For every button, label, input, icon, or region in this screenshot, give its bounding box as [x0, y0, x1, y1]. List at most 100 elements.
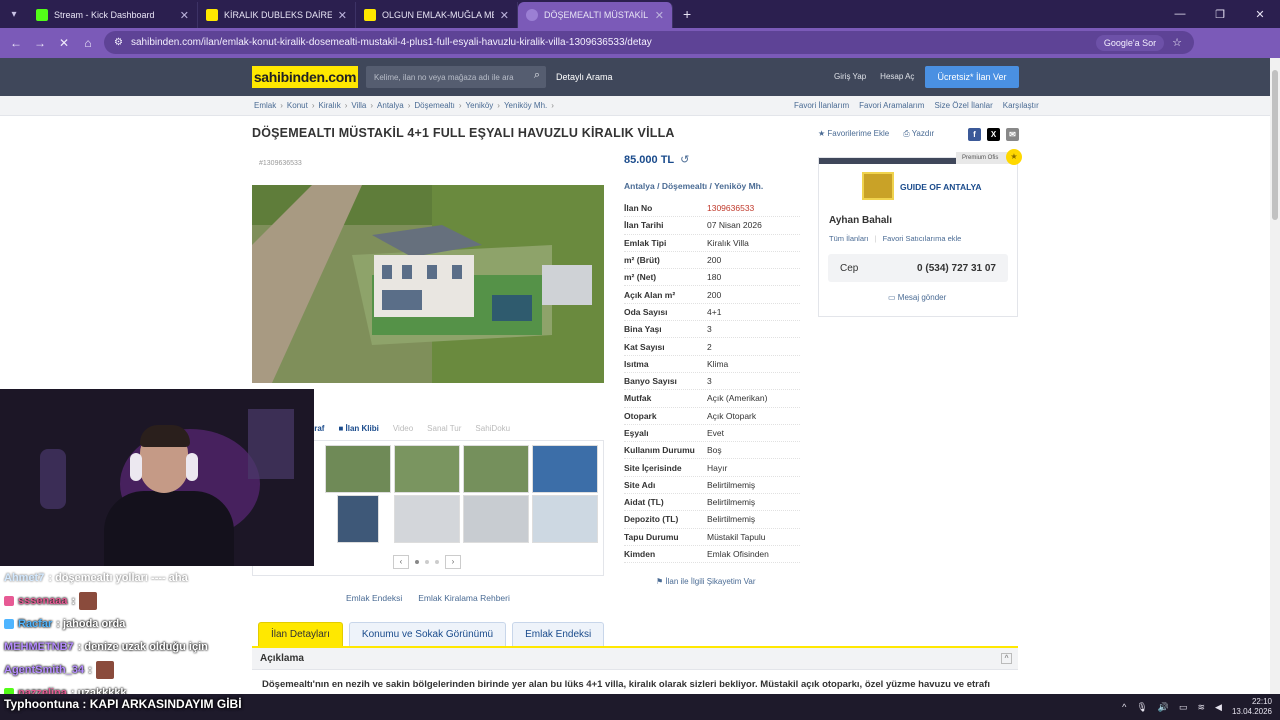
tab-listing-details[interactable]: İlan Detayları — [258, 622, 343, 646]
email-icon[interactable]: ✉ — [1006, 128, 1019, 141]
print-link[interactable]: ⎙ Yazdır — [903, 129, 934, 139]
breadcrumb-item[interactable]: Döşemealtı — [414, 101, 454, 110]
microphone-icon[interactable]: 🎙 — [1136, 702, 1147, 713]
breadcrumb-item[interactable]: Kiralık — [318, 101, 340, 110]
scrollbar-thumb[interactable] — [1272, 70, 1278, 220]
thumbnail[interactable] — [532, 495, 598, 543]
breadcrumb-item[interactable]: Yeniköy — [466, 101, 494, 110]
thumbnail[interactable] — [394, 495, 460, 543]
tray-chevron-icon[interactable]: ^ — [1122, 702, 1126, 712]
tab-kiralik-dubleks[interactable]: KİRALIK DUBLEKS DAİRE - Kiral ✕ — [198, 2, 356, 28]
ad-number-small: #1309636533 — [259, 160, 302, 167]
tab-estate-index[interactable]: Emlak Endeksi — [512, 622, 605, 646]
breadcrumb-item[interactable]: Antalya — [377, 101, 404, 110]
tab-olgun-emlak[interactable]: OLGUN EMLAK-MUĞLA MENTE ✕ — [356, 2, 518, 28]
bookmark-star-icon[interactable]: ☆ — [1172, 36, 1182, 49]
tab-video-clip[interactable]: ■ İlan Klibi — [338, 424, 378, 433]
tab-video[interactable]: Video — [393, 424, 413, 433]
tab-dosemealti-villa[interactable]: DÖŞEMEALTI MÜSTAKİL 4+1 FU ✕ — [518, 2, 673, 28]
rental-guide-link[interactable]: Emlak Kiralama Rehberi — [418, 593, 510, 603]
prev-page-icon[interactable]: ‹ — [393, 555, 409, 569]
tab-location-street-view[interactable]: Konumu ve Sokak Görünümü — [348, 622, 507, 646]
estate-index-link[interactable]: Emlak Endeksi — [346, 593, 402, 603]
favorite-seller-link[interactable]: Favori Satıcılarıma ekle — [883, 234, 962, 243]
compare-link[interactable]: Karşılaştır — [1003, 101, 1039, 110]
restore-icon[interactable]: ❐ — [1200, 8, 1240, 21]
tab-sahidoku[interactable]: SahiDoku — [475, 424, 510, 433]
x-twitter-icon[interactable]: X — [987, 128, 1000, 141]
phone-number[interactable]: 0 (534) 727 31 07 — [917, 263, 996, 274]
thumbnail[interactable] — [463, 445, 529, 493]
special-ads-link[interactable]: Size Özel İlanlar — [934, 101, 992, 110]
detailed-search-link[interactable]: Detaylı Arama — [556, 72, 613, 82]
main-listing-photo[interactable] — [252, 185, 604, 383]
close-icon[interactable]: ✕ — [338, 9, 347, 22]
minimize-icon[interactable]: — — [1160, 8, 1200, 20]
tab-kick-dashboard[interactable]: Stream - Kick Dashboard ✕ — [28, 2, 198, 28]
listing-details-table: İlan No 1309636533 İlan Tarihi 07 Nisan 20… — [624, 200, 800, 564]
collapse-icon[interactable]: ^ — [1001, 653, 1012, 664]
system-clock[interactable]: 22:10 13.04.2026 — [1232, 697, 1272, 717]
breadcrumb-item[interactable]: Emlak — [254, 101, 276, 110]
location-city[interactable]: Antalya — [624, 181, 655, 191]
page-dot[interactable] — [435, 560, 439, 564]
breadcrumb-item[interactable]: Konut — [287, 101, 308, 110]
thumbnail[interactable] — [337, 495, 379, 543]
price-history-icon[interactable]: ↺ — [680, 154, 689, 166]
send-message-link[interactable]: ▭ Mesaj gönder — [888, 293, 946, 302]
search-icon[interactable]: ⌕ — [534, 69, 540, 82]
address-bar[interactable]: ⚙ sahibinden.com/ilan/emlak-konut-kirali… — [104, 31, 1194, 54]
home-icon[interactable]: ⌂ — [76, 36, 100, 50]
close-icon[interactable]: ✕ — [500, 9, 509, 22]
add-favorite-link[interactable]: ★ Favorilerime Ekle — [818, 129, 889, 139]
network-icon[interactable]: ▭ — [1179, 702, 1188, 713]
close-icon[interactable]: ✕ — [655, 9, 664, 22]
thumbnail[interactable] — [532, 445, 598, 493]
system-tray: ^ 🎙 🔊 ▭ ≋ ◀ 22:10 13.04.2026 — [1122, 697, 1272, 717]
facebook-icon[interactable]: f — [968, 128, 981, 141]
page-scrollbar[interactable] — [1270, 58, 1280, 698]
browser-toolbar: ← → ✕ ⌂ ⚙ sahibinden.com/ilan/emlak-konu… — [0, 28, 1280, 76]
chat-username: MEHMETNB7 — [4, 640, 74, 653]
window-close-icon[interactable]: ✕ — [1240, 8, 1280, 21]
register-link[interactable]: Hesap Aç — [880, 72, 914, 81]
breadcrumb-item[interactable]: Villa — [351, 101, 366, 110]
speaker-icon[interactable]: 🔊 — [1158, 702, 1169, 713]
google-ask-button[interactable]: Google'a Sor — [1095, 34, 1165, 51]
breadcrumb-item[interactable]: Yeniköy Mh. — [504, 101, 547, 110]
stop-loading-icon[interactable]: ✕ — [52, 36, 76, 50]
login-link[interactable]: Giriş Yap — [834, 72, 866, 81]
tab-virtual-tour[interactable]: Sanal Tur — [427, 424, 461, 433]
back-icon[interactable]: ← — [4, 36, 28, 50]
detail-value: Hayır — [707, 462, 728, 473]
report-listing-link[interactable]: ⚑ İlan ile İlgili Şikayetim Var — [656, 577, 756, 586]
store-name[interactable]: GUIDE OF ANTALYA — [900, 182, 982, 192]
new-tab-icon[interactable]: + — [683, 6, 691, 22]
site-logo[interactable]: sahibinden.com — [252, 66, 358, 88]
store-logo[interactable] — [862, 172, 894, 200]
detail-value: 1309636533 — [707, 203, 755, 214]
detail-value: 4+1 — [707, 306, 722, 317]
tab-search-icon[interactable]: ▾ — [0, 0, 28, 28]
search-input[interactable]: Kelime, ilan no veya mağaza adı ile ara … — [366, 66, 546, 88]
favorite-searches-link[interactable]: Favori Aramalarım — [859, 101, 924, 110]
all-ads-link[interactable]: Tüm İlanları — [829, 234, 869, 243]
location-neighborhood[interactable]: Yeniköy Mh. — [714, 181, 763, 191]
thumbnail[interactable] — [325, 445, 391, 493]
location-district[interactable]: Döşemealtı — [662, 181, 707, 191]
estate-links: Emlak Endeksi Emlak Kiralama Rehberi — [346, 593, 510, 603]
thumbnail[interactable] — [394, 445, 460, 493]
page-dot[interactable] — [425, 560, 429, 564]
thumbnail[interactable] — [463, 495, 529, 543]
url-text[interactable]: sahibinden.com/ilan/emlak-konut-kiralik-… — [131, 37, 1096, 48]
favorite-ads-link[interactable]: Favori İlanlarım — [794, 101, 849, 110]
wifi-icon[interactable]: ≋ — [1197, 702, 1205, 713]
post-ad-button[interactable]: Ücretsiz* İlan Ver — [925, 66, 1019, 88]
page-dot[interactable] — [415, 560, 419, 564]
site-info-icon[interactable]: ⚙ — [114, 37, 123, 48]
next-page-icon[interactable]: › — [445, 555, 461, 569]
volume-icon[interactable]: ◀ — [1215, 702, 1222, 713]
chat-username: sssenaaa — [18, 594, 68, 607]
forward-icon[interactable]: → — [28, 36, 52, 50]
close-icon[interactable]: ✕ — [180, 9, 189, 22]
